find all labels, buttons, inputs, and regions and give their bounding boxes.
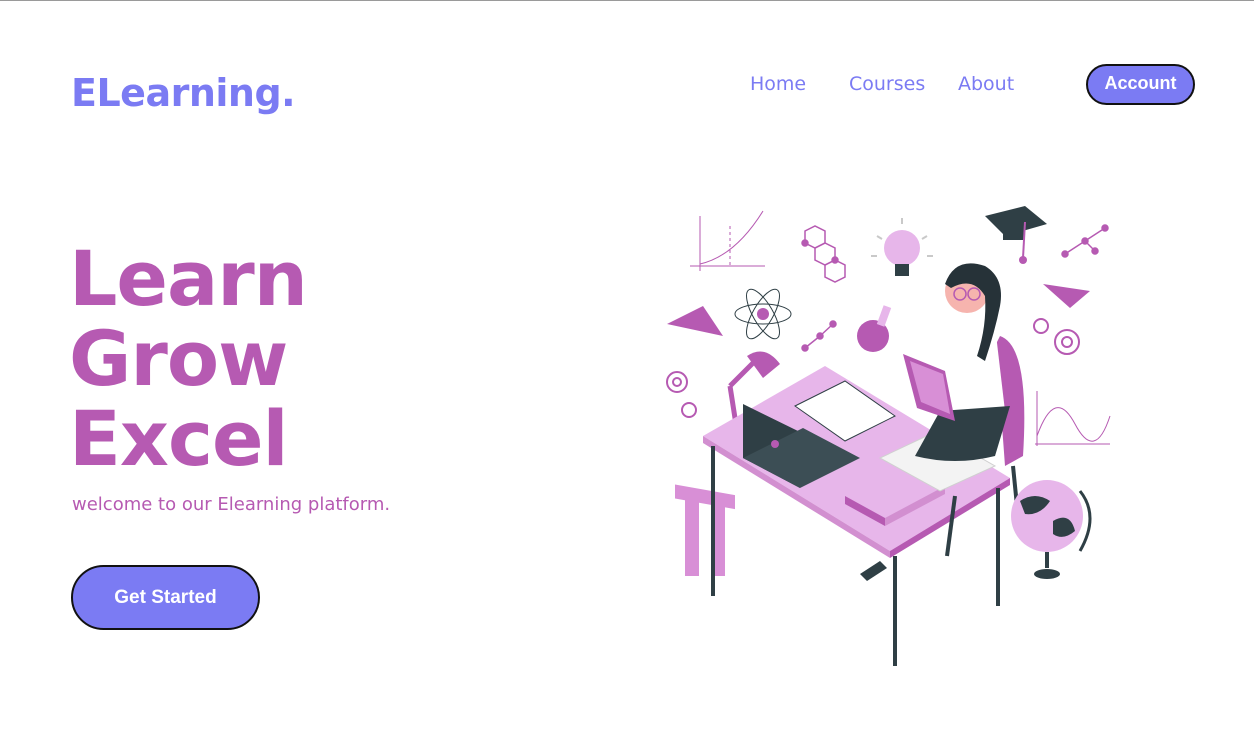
get-started-button[interactable]: Get Started xyxy=(71,565,260,630)
graph-doodle-icon xyxy=(690,210,765,271)
student-studying-illustration xyxy=(666,206,1111,666)
paper-plane-right-icon xyxy=(1043,284,1090,308)
hero-title-line-excel: Excel xyxy=(69,394,289,483)
molecule-icon xyxy=(801,225,846,283)
hero-title-line-learn: Learn xyxy=(69,234,308,323)
account-button[interactable]: Account xyxy=(1086,64,1195,105)
hero-tagline: welcome to our Elearning platform. xyxy=(72,494,391,515)
flask-icon xyxy=(857,305,892,352)
nav-home-link[interactable]: Home xyxy=(750,73,806,95)
globe-icon xyxy=(1011,480,1092,579)
nav-about-link[interactable]: About xyxy=(958,73,1014,95)
small-molecule-icon xyxy=(801,320,837,352)
light-bulb-icon xyxy=(871,218,933,276)
nav-courses-link[interactable]: Courses xyxy=(849,73,925,95)
molecule-right-icon xyxy=(1061,224,1109,258)
graduation-cap-icon xyxy=(985,206,1047,264)
paper-plane-icon xyxy=(667,306,723,336)
hero-title: Learn Grow Excel xyxy=(69,234,308,483)
pi-symbol-icon xyxy=(675,484,735,576)
wave-graph-icon xyxy=(1035,391,1111,446)
hero-title-line-grow: Grow xyxy=(69,314,288,403)
site-logo[interactable]: ELearning. xyxy=(71,71,296,115)
atom-icon xyxy=(734,288,792,340)
